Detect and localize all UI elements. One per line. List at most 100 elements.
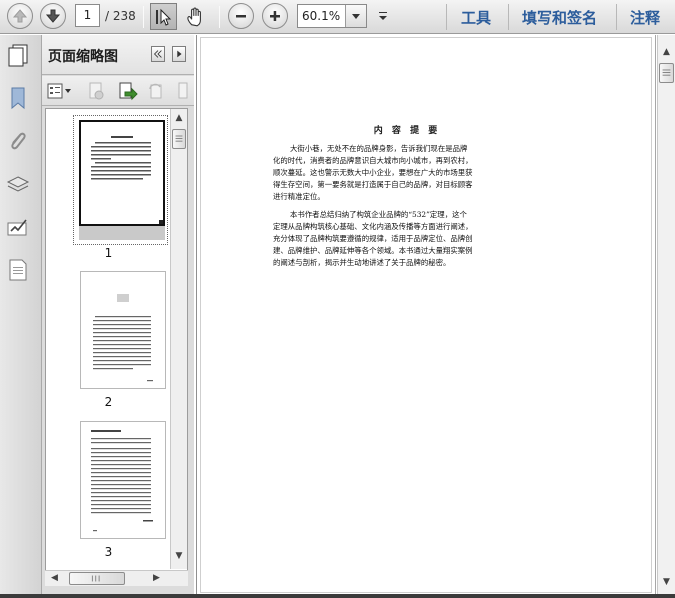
select-cursor-icon — [155, 8, 171, 26]
more-options-icon — [379, 12, 387, 20]
toolbar-divider — [219, 6, 220, 28]
scroll-right-arrow[interactable]: ▶ — [153, 573, 160, 583]
document-line: 建、品牌维护、品牌延伸等各个领域。本书通过大量翔实案例 — [273, 246, 473, 255]
thumbnail-label: 2 — [104, 395, 113, 409]
hand-tool-button[interactable] — [182, 3, 209, 30]
document-line: 充分体现了品牌构筑要遵循的规律，适用于品牌定位、品牌创 — [273, 234, 473, 243]
extract-page-icon — [119, 82, 138, 101]
grip-icon — [91, 575, 100, 582]
document-line: 本书作者总结归纳了构筑企业品牌的“532”定理，这个 — [290, 210, 467, 219]
document-view[interactable]: 内 容 提 要 大街小巷，无处不在的品牌身影，告诉我们现在是品牌 化的时代，消费… — [196, 35, 656, 595]
document-line: 进行精准定位。 — [273, 192, 325, 201]
zoom-out-button[interactable] — [228, 3, 254, 29]
zoom-in-button[interactable] — [262, 3, 288, 29]
document-line: 定理从品牌构筑核心基础、文化内涵及传播等方面进行阐述， — [273, 222, 473, 231]
zoom-out-icon — [236, 15, 246, 18]
toolbar-more-button[interactable] — [375, 6, 391, 26]
delete-page-button[interactable] — [86, 81, 106, 101]
layers-nav-button[interactable] — [5, 171, 31, 197]
bookmark-icon — [11, 87, 25, 110]
scroll-thumb[interactable] — [172, 129, 186, 149]
navigation-rail — [0, 35, 42, 595]
layers-icon — [6, 176, 30, 192]
thumbnail-list[interactable]: 1 2 3 ▲ ▼ — [45, 108, 188, 586]
thumbnail-1-preview — [91, 136, 163, 224]
options-list-icon — [47, 83, 71, 99]
menu-divider — [616, 4, 617, 30]
chevron-right-icon — [177, 50, 182, 58]
thumbnail-2-preview — [93, 294, 153, 382]
more-thumbnail-tools-button[interactable] — [176, 81, 188, 101]
content-nav-button[interactable] — [5, 257, 31, 283]
hand-icon — [186, 7, 201, 26]
document-line: 大街小巷，无处不在的品牌身影，告诉我们现在是品牌 — [290, 144, 468, 153]
signature-icon — [7, 219, 27, 236]
top-toolbar: 1 / 238 60.1% 工具 填写和签名 注释 — [0, 0, 675, 34]
scroll-down-arrow[interactable]: ▼ — [658, 575, 675, 589]
rotate-page-button[interactable] — [146, 81, 166, 101]
document-line: 得生存空间，第一要务就是打造属于自己的品牌，对目标顾客 — [273, 180, 473, 189]
scroll-up-arrow[interactable]: ▲ — [171, 111, 187, 125]
panel-header: 页面缩略图 — [42, 35, 194, 75]
thumbnail-label: 3 — [104, 545, 113, 559]
select-tool-button[interactable] — [150, 3, 177, 30]
extract-page-button[interactable] — [116, 81, 138, 101]
delete-page-icon — [89, 82, 104, 100]
toolbar-divider — [143, 6, 144, 28]
menu-tools[interactable]: 工具 — [461, 7, 491, 28]
arrow-up-icon — [12, 9, 28, 23]
page-icon — [8, 44, 28, 67]
page-thumbnails-nav-button[interactable] — [5, 42, 31, 68]
thumbnail-horizontal-scrollbar[interactable]: ◀ ▶ — [45, 570, 188, 586]
thumbnail-page-1[interactable] — [79, 120, 165, 226]
bookmarks-nav-button[interactable] — [5, 85, 31, 111]
document-vertical-scrollbar[interactable]: ▲ ▼ — [657, 35, 675, 595]
previous-page-button[interactable] — [7, 3, 33, 29]
paperclip-icon — [11, 132, 26, 150]
menu-divider — [446, 4, 447, 30]
zoom-dropdown-button[interactable] — [345, 5, 366, 27]
zoom-in-icon — [270, 11, 280, 21]
document-heading: 内 容 提 要 — [373, 126, 441, 136]
scroll-left-arrow[interactable]: ◀ — [51, 573, 58, 583]
page-number-input[interactable]: 1 — [75, 4, 100, 27]
thumbnail-options-button[interactable] — [46, 81, 72, 101]
document-line: 的阐述与剖析，揭示并生动地讲述了关于品牌的秘密。 — [273, 258, 451, 267]
scroll-thumb[interactable] — [659, 63, 674, 83]
arrow-down-icon — [45, 9, 61, 23]
document-line: 化的时代，消费者的品牌意识自大城市向小城市，再到农村， — [273, 156, 473, 165]
document-line: 顺次蔓延。这也警示无数大中小企业，要想在广大的市场里获 — [273, 168, 473, 177]
grip-icon — [175, 135, 183, 142]
document-page: 内 容 提 要 大街小巷，无处不在的品牌身影，告诉我们现在是品牌 化的时代，消费… — [200, 37, 652, 593]
scroll-up-arrow[interactable]: ▲ — [658, 45, 675, 59]
rotate-page-icon — [149, 83, 162, 99]
thumbnail-toolbar — [42, 76, 194, 106]
collapse-panel-button[interactable] — [151, 46, 165, 62]
thumbnail-page-3[interactable] — [80, 421, 166, 539]
zoom-value: 60.1% — [302, 9, 341, 23]
scroll-down-arrow[interactable]: ▼ — [171, 549, 187, 563]
grip-icon — [662, 69, 671, 76]
next-page-button[interactable] — [40, 3, 66, 29]
menu-fill-sign[interactable]: 填写和签名 — [522, 7, 597, 28]
double-chevron-left-icon — [153, 50, 162, 58]
total-pages-label: / 238 — [105, 9, 136, 23]
thumbnail-page-2[interactable] — [80, 271, 166, 389]
chevron-down-icon — [352, 14, 360, 19]
thumbnail-3-preview — [91, 430, 153, 532]
menu-divider — [508, 4, 509, 30]
expand-panel-button[interactable] — [172, 46, 186, 62]
document-icon — [9, 259, 27, 281]
zoom-select[interactable]: 60.1% — [297, 4, 367, 28]
window-bottom-edge — [0, 594, 675, 598]
horizontal-scroll-thumb[interactable] — [69, 572, 125, 585]
attachments-nav-button[interactable] — [5, 128, 31, 154]
thumbnail-label: 1 — [104, 246, 113, 260]
page-edge-icon — [178, 82, 188, 99]
thumbnails-panel: 页面缩略图 1 2 3 ▲ ▼ ◀ ▶ — [42, 35, 194, 595]
menu-comment[interactable]: 注释 — [630, 7, 660, 28]
panel-title: 页面缩略图 — [48, 49, 118, 65]
thumbnail-page-shadow — [79, 226, 165, 240]
thumbnail-vertical-scrollbar[interactable]: ▲ ▼ — [170, 109, 187, 569]
signatures-nav-button[interactable] — [5, 215, 31, 241]
